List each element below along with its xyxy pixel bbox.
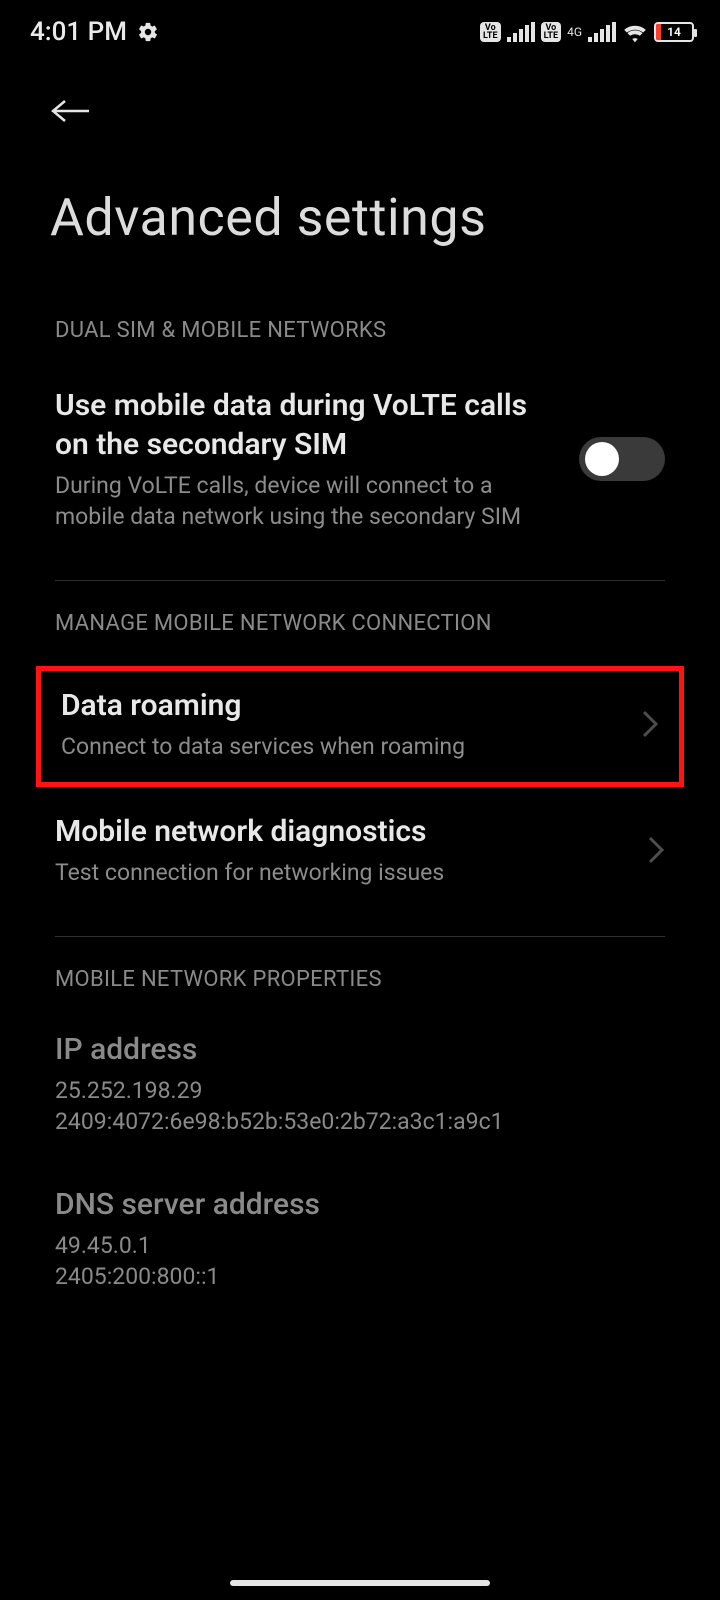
setting-subtitle: Test connection for networking issues (55, 857, 627, 888)
back-button[interactable] (50, 90, 92, 132)
battery-icon: 14 (654, 22, 694, 42)
property-value-ipv4: 49.45.0.1 (55, 1230, 665, 1261)
section-header-manage-connection: MANAGE MOBILE NETWORK CONNECTION (0, 581, 720, 654)
status-bar: 4:01 PM VoLTE VoLTE 4G 14 (0, 0, 720, 60)
chevron-right-icon (647, 835, 665, 865)
setting-network-diagnostics[interactable]: Mobile network diagnostics Test connecti… (0, 787, 720, 918)
property-value-ipv4: 25.252.198.29 (55, 1075, 665, 1106)
signal-bars-icon (507, 22, 535, 42)
chevron-right-icon (641, 709, 659, 739)
battery-percent: 14 (656, 25, 692, 39)
header (0, 60, 720, 132)
wifi-icon (622, 21, 648, 43)
section-header-properties: MOBILE NETWORK PROPERTIES (0, 937, 720, 1010)
setting-title: Use mobile data during VoLTE calls on th… (55, 386, 559, 464)
gear-icon (137, 21, 159, 43)
setting-text: Data roaming Connect to data services wh… (61, 686, 621, 762)
status-left: 4:01 PM (30, 17, 159, 47)
clock: 4:01 PM (30, 17, 127, 47)
setting-subtitle: During VoLTE calls, device will connect … (55, 470, 559, 532)
property-value-ipv6: 2405:200:800::1 (55, 1261, 665, 1292)
toggle-switch[interactable] (579, 437, 665, 481)
property-title: DNS server address (55, 1187, 665, 1222)
property-value-ipv6: 2409:4072:6e98:b52b:53e0:2b72:a3c1:a9c1 (55, 1106, 665, 1137)
arrow-left-icon (51, 97, 91, 125)
section-header-dual-sim: DUAL SIM & MOBILE NETWORKS (0, 288, 720, 361)
home-indicator[interactable] (230, 1580, 490, 1586)
setting-title: Mobile network diagnostics (55, 812, 627, 851)
setting-volte-secondary-sim[interactable]: Use mobile data during VoLTE calls on th… (0, 361, 720, 562)
property-ip-address: IP address 25.252.198.29 2409:4072:6e98:… (0, 1010, 720, 1147)
status-right: VoLTE VoLTE 4G 14 (480, 21, 694, 43)
setting-data-roaming[interactable]: Data roaming Connect to data services wh… (36, 666, 684, 787)
page-title: Advanced settings (0, 132, 720, 288)
toggle-knob (585, 442, 619, 476)
volte-badge-icon: VoLTE (541, 22, 562, 42)
property-title: IP address (55, 1032, 665, 1067)
setting-text: Mobile network diagnostics Test connecti… (55, 812, 627, 888)
property-dns-address: DNS server address 49.45.0.1 2405:200:80… (0, 1147, 720, 1302)
setting-subtitle: Connect to data services when roaming (61, 731, 621, 762)
setting-title: Data roaming (61, 686, 621, 725)
setting-text: Use mobile data during VoLTE calls on th… (55, 386, 559, 532)
volte-badge-icon: VoLTE (480, 22, 501, 42)
network-type: 4G (567, 27, 582, 37)
signal-bars-icon (588, 22, 616, 42)
